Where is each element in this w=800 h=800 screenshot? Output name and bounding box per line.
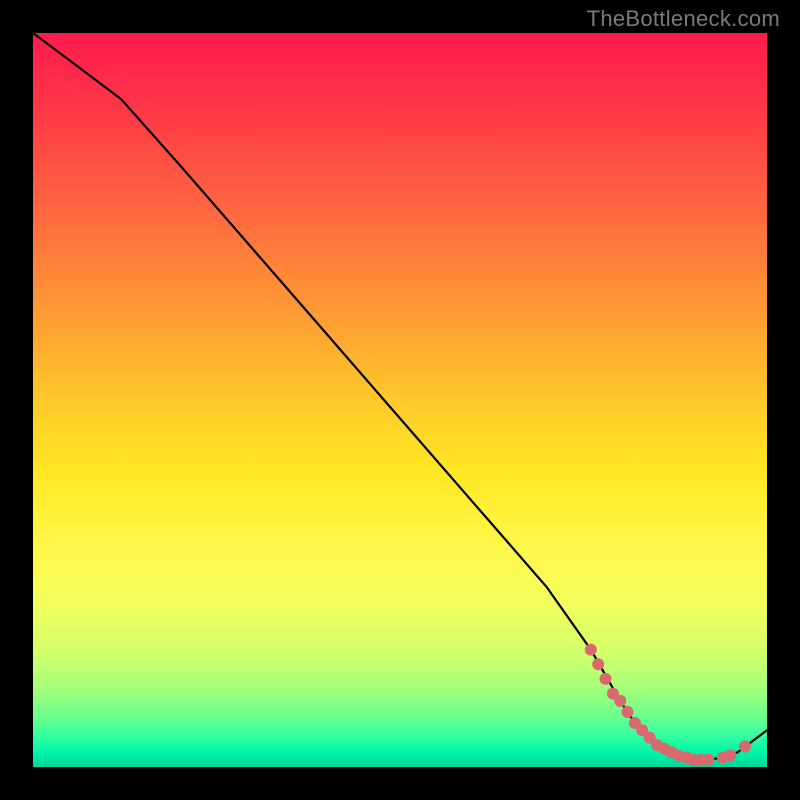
- marker-dot: [585, 644, 597, 656]
- watermark-text: TheBottleneck.com: [587, 6, 780, 32]
- marker-dot: [739, 740, 751, 752]
- marker-dot: [702, 754, 714, 766]
- marker-dot: [614, 695, 626, 707]
- marker-dot: [600, 673, 612, 685]
- marker-dot: [592, 658, 604, 670]
- marker-dot: [724, 749, 736, 761]
- bottleneck-curve: [33, 33, 767, 760]
- chart-svg: [33, 33, 767, 767]
- chart-frame: TheBottleneck.com: [0, 0, 800, 800]
- marker-dot: [622, 706, 634, 718]
- marker-group: [585, 644, 751, 766]
- plot-area: [33, 33, 767, 767]
